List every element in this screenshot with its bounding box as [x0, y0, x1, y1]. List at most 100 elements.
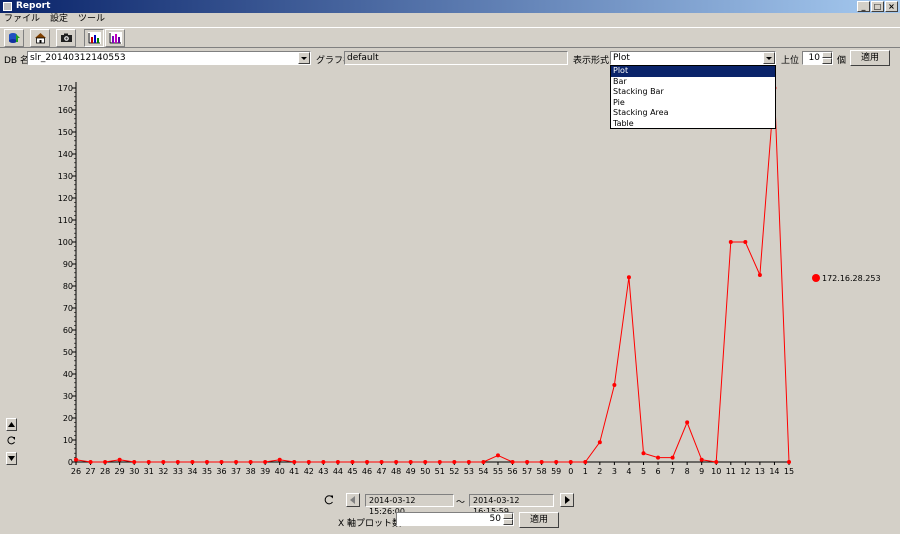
data-point — [74, 457, 78, 462]
toolbar — [0, 27, 900, 48]
x-tick-label: 28 — [100, 467, 110, 476]
x-tick-label: 35 — [202, 467, 212, 476]
x-tick-label: 41 — [289, 467, 299, 476]
dropdown-option-plot[interactable]: Plot — [611, 66, 775, 77]
menu-tools[interactable]: ツール — [78, 13, 105, 26]
x-tick-label: 38 — [246, 467, 256, 476]
x-tick-label: 34 — [187, 467, 197, 476]
chevron-down-icon[interactable] — [298, 52, 310, 64]
refresh-icon — [7, 436, 15, 445]
scroll-down-button[interactable] — [6, 452, 17, 465]
window-title: Report — [16, 1, 51, 11]
x-tick-label: 4 — [626, 467, 631, 476]
reset-zoom-button[interactable] — [6, 435, 17, 446]
bar-chart-button[interactable] — [105, 29, 125, 47]
next-range-button[interactable] — [560, 493, 574, 507]
data-point — [263, 460, 268, 464]
top-count-stepper[interactable]: 10 — [802, 51, 833, 65]
x-tick-label: 27 — [85, 467, 95, 476]
prev-range-button[interactable] — [346, 493, 360, 507]
dropdown-option-table[interactable]: Table — [611, 119, 775, 130]
apply-button[interactable]: 適用 — [850, 50, 890, 66]
x-tick-label: 0 — [568, 467, 573, 476]
refresh-icon — [324, 495, 333, 505]
scroll-up-button[interactable] — [6, 418, 17, 431]
x-tick-label: 55 — [493, 467, 503, 476]
x-tick-label: 33 — [173, 467, 183, 476]
camera-button[interactable] — [56, 29, 76, 47]
db-name-select[interactable]: slr_20140312140553 — [27, 51, 311, 65]
display-format-select[interactable]: Plot — [610, 51, 776, 65]
x-tick-label: 39 — [260, 467, 270, 476]
line-chart-button[interactable] — [84, 29, 104, 47]
chevron-down-icon[interactable] — [763, 52, 775, 64]
database-button[interactable] — [4, 29, 24, 47]
range-start: 2014-03-12 15:26:00 — [365, 494, 454, 516]
dropdown-option-stacking-bar[interactable]: Stacking Bar — [611, 87, 775, 98]
graph-name-value: default — [347, 53, 379, 63]
top-label: 上位 — [781, 56, 800, 66]
x-tick-label: 31 — [144, 467, 154, 476]
series-line — [75, 87, 790, 463]
data-point — [103, 460, 108, 464]
x-plot-count-stepper[interactable]: 50 — [396, 512, 514, 526]
data-point — [219, 460, 224, 464]
x-tick-label: 42 — [304, 467, 314, 476]
y-tick-label: 80 — [63, 282, 73, 291]
line-chart-icon — [88, 32, 101, 44]
y-tick-label: 100 — [58, 238, 73, 247]
close-button[interactable]: × — [885, 1, 898, 12]
spin-down-icon[interactable] — [822, 58, 832, 64]
reset-range-button[interactable] — [323, 494, 335, 506]
x-tick-label: 53 — [464, 467, 474, 476]
dropdown-option-bar[interactable]: Bar — [611, 77, 775, 88]
menu-file[interactable]: ファイル — [4, 13, 40, 26]
maximize-button[interactable]: □ — [871, 1, 884, 12]
x-tick-label: 36 — [216, 467, 226, 476]
dropdown-option-pie[interactable]: Pie — [611, 98, 775, 109]
y-tick-label: 150 — [58, 128, 73, 137]
x-tick-label: 32 — [158, 467, 168, 476]
data-point — [743, 240, 748, 244]
data-point — [757, 273, 762, 277]
x-tick-label: 15 — [784, 467, 794, 476]
data-point — [117, 457, 122, 462]
range-separator: 〜 — [456, 498, 466, 508]
app-icon — [3, 2, 12, 11]
dropdown-option-stacking-area[interactable]: Stacking Area — [611, 108, 775, 119]
data-point — [597, 440, 602, 445]
x-tick-label: 26 — [71, 467, 81, 476]
home-button[interactable] — [30, 29, 50, 47]
display-format-value: Plot — [613, 53, 630, 63]
db-name-value: slr_20140312140553 — [30, 53, 126, 63]
y-tick-label: 70 — [63, 304, 73, 313]
window-title-bar: Report _ □ × — [0, 0, 900, 13]
data-point — [379, 460, 384, 464]
data-point — [292, 460, 297, 464]
menu-bar: ファイル 設定 ツール — [0, 13, 900, 26]
x-tick-label: 8 — [685, 467, 690, 476]
camera-icon — [61, 33, 72, 42]
y-tick-label: 130 — [58, 172, 73, 181]
x-tick-label: 29 — [115, 467, 125, 476]
minimize-button[interactable]: _ — [857, 1, 870, 12]
data-point — [175, 460, 180, 464]
menu-settings[interactable]: 設定 — [50, 13, 68, 26]
data-point — [321, 460, 326, 464]
x-tick-label: 14 — [769, 467, 779, 476]
data-point — [335, 460, 340, 464]
x-tick-label: 49 — [406, 467, 416, 476]
arrow-right-icon — [565, 496, 570, 504]
x-tick-label: 46 — [362, 467, 372, 476]
spin-down-icon[interactable] — [503, 519, 513, 525]
data-point — [554, 460, 559, 464]
data-point — [190, 460, 195, 464]
top-unit-label: 個 — [837, 56, 847, 66]
y-tick-label: 160 — [58, 106, 73, 115]
data-point — [365, 460, 370, 464]
line-chart: 0102030405060708090100110120130140150160… — [58, 82, 881, 476]
x-plot-apply-button[interactable]: 適用 — [519, 512, 559, 528]
y-tick-label: 170 — [58, 84, 73, 93]
x-tick-label: 43 — [318, 467, 328, 476]
data-point — [787, 460, 791, 464]
